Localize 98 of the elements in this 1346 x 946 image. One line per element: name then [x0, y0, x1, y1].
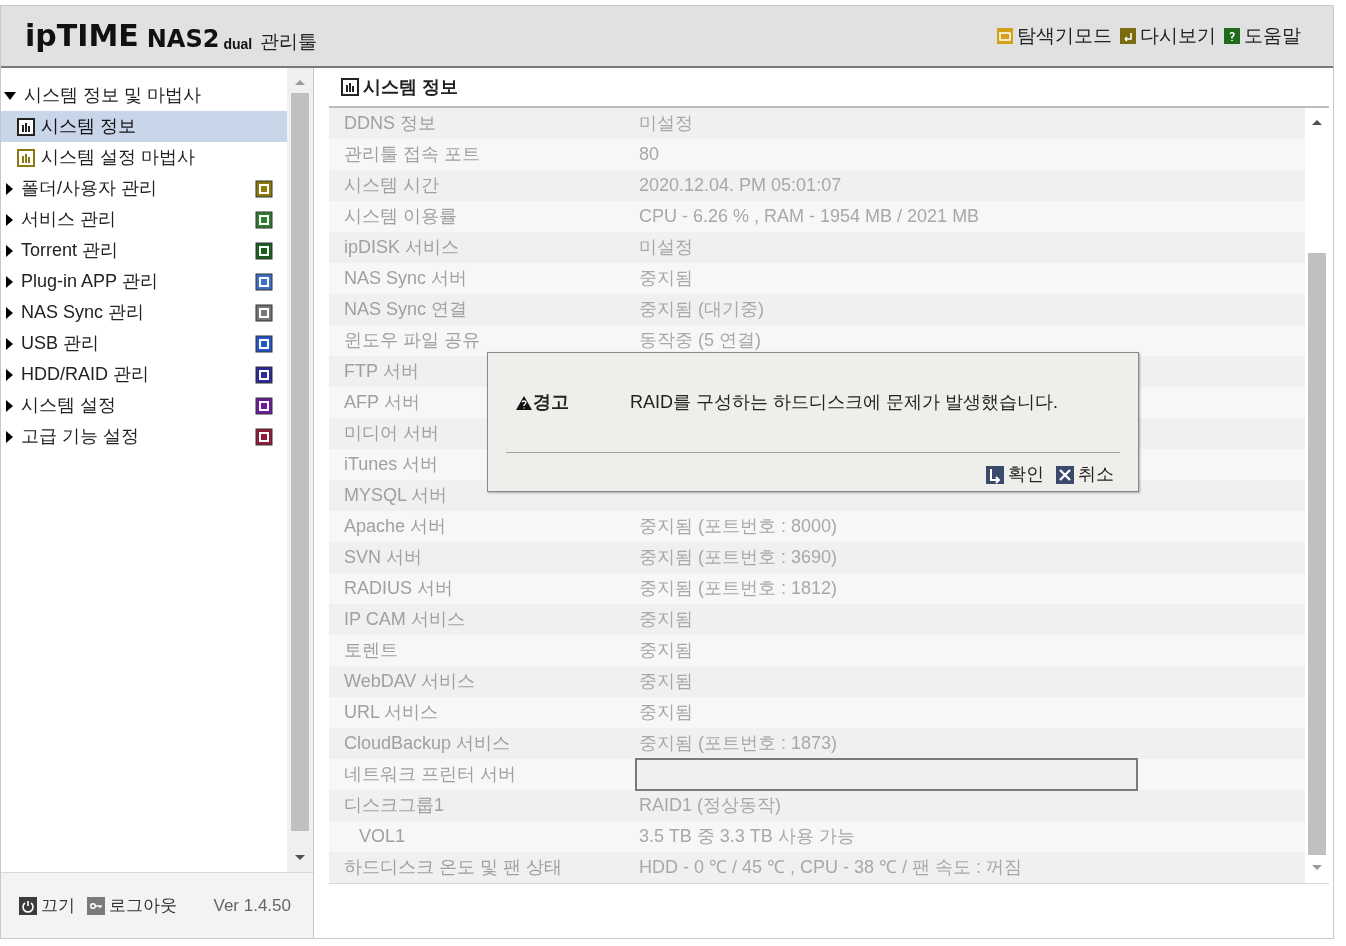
row-value: 중지됨 (포트번호 : 8000)	[639, 515, 838, 538]
row-label: 토렌트	[344, 640, 398, 660]
input-field[interactable]	[635, 758, 1138, 791]
row-label: RADIUS 서버	[344, 578, 453, 598]
row-label: ipDISK 서비스	[344, 237, 460, 257]
chart-icon	[341, 78, 359, 96]
row-label: WebDAV 서비스	[344, 671, 476, 691]
nav-item[interactable]: 시스템 설정	[1, 390, 288, 421]
expanded-arrow-icon[interactable]	[4, 91, 16, 100]
row-value: 중지됨	[639, 701, 693, 724]
row-value: 2020.12.04. PM 05:01:07	[639, 174, 842, 197]
row-label: AFP 서버	[344, 392, 420, 412]
key-icon	[87, 896, 105, 915]
help-icon	[1224, 28, 1240, 44]
nav-item[interactable]: HDD/RAID 관리	[1, 359, 288, 390]
row-value: 중지됨 (포트번호 : 1812)	[639, 577, 838, 600]
row-value: 중지됨 (포트번호 : 3690)	[639, 546, 838, 569]
nav-item[interactable]: 고급 기능 설정	[1, 421, 288, 452]
collapsed-arrow-icon[interactable]	[6, 306, 13, 319]
row-value: 미설정	[639, 236, 693, 259]
model-suffix: dual	[223, 37, 253, 51]
power-icon	[19, 896, 37, 915]
row-value: 중지됨 (대기중)	[639, 298, 764, 321]
row-value: RAID1 (정상동작)	[639, 794, 781, 817]
nav-item[interactable]: Plug-in APP 관리	[1, 266, 288, 297]
collapsed-arrow-icon[interactable]	[6, 244, 13, 257]
header-link[interactable]: 다시보기	[1120, 21, 1216, 51]
chart-icon	[17, 148, 35, 167]
nav-subitem[interactable]: 시스템 설정 마법사	[1, 142, 288, 173]
row-label: NAS Sync 서버	[344, 268, 468, 288]
row-label: 시스템 이용률	[344, 206, 457, 226]
header-link[interactable]: 탐색기모드	[997, 21, 1112, 51]
row-label: 미디어 서버	[344, 423, 439, 443]
nav-item[interactable]: 서비스 관리	[1, 204, 288, 235]
nav-item[interactable]: NAS Sync 관리	[1, 297, 288, 328]
row-value: 80	[639, 143, 660, 166]
collapsed-arrow-icon[interactable]	[6, 368, 13, 381]
row-label: 하드디스크 온도 및 팬 상태	[344, 857, 562, 877]
nav-item[interactable]: Torrent 관리	[1, 235, 288, 266]
section-title: 시스템 정보	[363, 75, 458, 99]
row-label: 시스템 시간	[344, 175, 439, 195]
row-value: 중지됨	[639, 639, 693, 662]
row-value: 동작중 (5 연결)	[639, 329, 761, 352]
row-label: URL 서비스	[344, 702, 439, 722]
warning-icon	[515, 394, 533, 411]
tool-name: 관리툴	[260, 32, 318, 51]
row-label: FTP 서버	[344, 361, 419, 381]
row-label: 디스크그룹1	[344, 795, 444, 815]
collapsed-arrow-icon[interactable]	[6, 182, 13, 195]
scroll-thumb[interactable]	[1308, 253, 1326, 855]
row-label: iTunes 서버	[344, 454, 439, 474]
scroll-thumb[interactable]	[291, 93, 310, 831]
dialog-title: 경고	[533, 391, 569, 414]
logout-link[interactable]: 로그아웃	[87, 892, 177, 919]
row-label: VOL1	[359, 826, 406, 846]
nav-item[interactable]: 시스템 정보 및 마법사	[1, 80, 288, 111]
power-off-link[interactable]: 끄기	[19, 892, 75, 919]
dialog-message: RAID를 구성하는 하드디스크에 문제가 발생했습니다.	[630, 391, 1058, 414]
refresh-icon	[1120, 28, 1136, 44]
folder-icon	[997, 28, 1013, 44]
cancel-button[interactable]: 취소	[1056, 461, 1114, 488]
row-label: DDNS 정보	[344, 113, 436, 133]
row-label: Apache 서버	[344, 516, 447, 536]
row-label: SVN 서버	[344, 547, 422, 567]
row-label: CloudBackup 서비스	[344, 733, 511, 753]
enter-icon	[986, 465, 1004, 484]
row-value: HDD - 0 ℃ / 45 ℃ , CPU - 38 ℃ / 팬 속도 : 꺼짐	[639, 856, 1023, 879]
nav-item[interactable]: 폴더/사용자 관리	[1, 173, 288, 204]
row-value: 중지됨	[639, 670, 693, 693]
version-text: Ver 1.4.50	[213, 894, 291, 917]
collapsed-arrow-icon[interactable]	[6, 213, 13, 226]
row-value: CPU - 6.26 % , RAM - 1954 MB / 2021 MB	[639, 205, 980, 228]
close-icon	[1056, 465, 1074, 484]
logo-text: ipTIME	[25, 21, 139, 51]
row-label: 네트워크 프린터 서버	[344, 764, 516, 784]
row-label: MYSQL 서버	[344, 485, 448, 505]
collapsed-arrow-icon[interactable]	[6, 399, 13, 412]
row-label: 관리툴 접속 포트	[344, 144, 480, 164]
ok-button[interactable]: 확인	[986, 461, 1044, 488]
header-link[interactable]: 도움말	[1224, 21, 1301, 51]
collapsed-arrow-icon[interactable]	[6, 430, 13, 443]
row-value: 중지됨	[639, 267, 693, 290]
scroll-down-icon[interactable]	[295, 855, 306, 860]
collapsed-arrow-icon[interactable]	[6, 337, 13, 350]
nav-subitem[interactable]: 시스템 정보	[1, 111, 288, 142]
scrollbar[interactable]	[287, 68, 313, 872]
nav-item[interactable]: USB 관리	[1, 328, 288, 359]
row-label: 윈도우 파일 공유	[344, 330, 480, 350]
row-value: 미설정	[639, 112, 693, 135]
scroll-up-icon[interactable]	[1312, 120, 1322, 125]
chart-icon	[17, 117, 35, 136]
collapsed-arrow-icon[interactable]	[6, 275, 13, 288]
row-label: NAS Sync 연결	[344, 299, 468, 319]
row-value: 3.5 TB 중 3.3 TB 사용 가능	[639, 825, 855, 848]
model-name: NAS2	[146, 27, 220, 51]
row-value: 중지됨	[639, 608, 693, 631]
row-value: 중지됨 (포트번호 : 1873)	[639, 732, 838, 755]
row-label: IP CAM 서비스	[344, 609, 465, 629]
